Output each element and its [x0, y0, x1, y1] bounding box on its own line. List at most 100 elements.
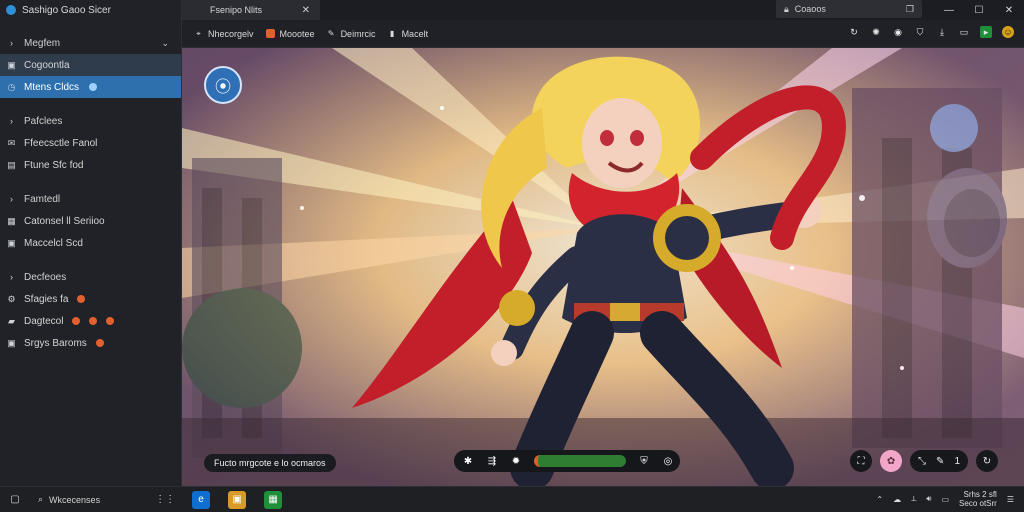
toolbar-item[interactable]: ▮ Macelt: [388, 28, 429, 39]
application-window: Sashigo Gaoo Sicer › Megfem ⌄ ▣ Cogoontl…: [0, 0, 1024, 512]
zoom-level: 1: [954, 455, 960, 467]
battery-icon[interactable]: ▭: [941, 495, 949, 504]
chevron-right-icon: ›: [10, 38, 13, 48]
shield-icon[interactable]: ⛉: [914, 26, 926, 38]
toolbar-item-label: Moootee: [279, 28, 315, 39]
sidebar-title-bar: Sashigo Gaoo Sicer: [0, 0, 181, 20]
sidebar-item[interactable]: ▣ Cogoontla: [0, 54, 181, 76]
profile-icon[interactable]: ☺: [1002, 26, 1014, 38]
sidebar-group: › Pafclees ✉ Ffeecsctle Fanol ▤ Ftune Sf…: [0, 110, 181, 176]
rotate-icon[interactable]: ↻: [976, 450, 998, 472]
clock-line-1: Srhs 2 sfl: [963, 490, 997, 499]
chevron-up-icon[interactable]: ⌃: [876, 495, 883, 504]
sidebar-item[interactable]: ⚙ Sfagies fa: [0, 288, 181, 310]
fit-icon[interactable]: ⛶: [850, 450, 873, 472]
artwork-viewer: ⦿ Fucto mrgcote e lo ocmaros ✱ ⇶ ✹ ⛨ ◎ ⛶…: [182, 48, 1024, 486]
badge-dot-icon: [95, 339, 104, 347]
tab-label: Fsenipo Nlits: [210, 5, 263, 15]
toolbar-item-label: Nhecorgelv: [208, 28, 254, 39]
edit-icon[interactable]: ✎: [936, 456, 944, 467]
minimize-button[interactable]: —: [934, 0, 964, 20]
zoom-out-icon[interactable]: ⤡: [918, 456, 926, 467]
close-window-button[interactable]: ✕: [994, 0, 1024, 20]
toolbar-icon-group: ↻ ✺ ◉ ⛉ ⤓ ▭ ▸ ☺: [848, 26, 1014, 38]
edge-icon[interactable]: e: [192, 490, 211, 509]
sticker-icon[interactable]: ✿: [880, 450, 903, 472]
progress-bar[interactable]: [534, 455, 626, 467]
volume-icon[interactable]: 🔊︎: [926, 494, 931, 504]
sidebar-group-label: Decfeoes: [24, 271, 67, 283]
badge-dot-icon: [89, 317, 98, 325]
sidebar-item[interactable]: ▣ Maccelcl Scd: [0, 232, 181, 254]
taskbar-search[interactable]: ⌕ Wkcecenses: [38, 494, 100, 505]
toolbar-item-label: Deimrcic: [340, 28, 376, 39]
folder-icon: [265, 29, 275, 38]
sidebar-item-label: Dagtecol: [24, 315, 64, 327]
system-tray: ⌃ ☁ ⟂ 🔊︎ ▭ Srhs 2 sfl Seco otSrr ☰: [876, 490, 1014, 508]
compass-button[interactable]: ⦿: [204, 66, 242, 104]
sidebar-item-label: Ftune Sfc fod: [24, 159, 84, 171]
image-icon: ▣: [7, 237, 16, 248]
shield-icon[interactable]: ⛨: [638, 455, 650, 467]
app-logo-icon: [6, 5, 16, 15]
toolbar-item[interactable]: Moootee: [265, 28, 315, 39]
settings-icon[interactable]: ✺: [870, 26, 882, 38]
sidebar-group-header[interactable]: › Famtedl: [0, 188, 181, 210]
toolbar: ⌖ Nhecorgelv Moootee ✎ Deimrcic ▮ Macelt…: [182, 20, 1024, 48]
chevron-right-icon: ›: [10, 194, 13, 204]
image-caption: Fucto mrgcote e lo ocmaros: [204, 454, 336, 472]
extension-icon[interactable]: ▸: [980, 26, 992, 38]
sidebar-group-header[interactable]: › Pafclees: [0, 110, 181, 132]
sidebar-group-header[interactable]: › Megfem ⌄: [0, 32, 181, 54]
sidebar-group-header[interactable]: › Decfeoes: [0, 266, 181, 288]
network-icon[interactable]: ⟂: [911, 494, 916, 504]
sidebar-item-label: Ffeecsctle Fanol: [24, 137, 98, 149]
sidebar-item-label: Sfagies fa: [24, 293, 69, 305]
start-icon[interactable]: ▢: [6, 491, 24, 509]
sidebar-group: › Decfeoes ⚙ Sfagies fa ▰ Dagtecol ▣ Srg…: [0, 266, 181, 354]
sidebar-item-label: Cogoontla: [24, 59, 70, 71]
settings-icon[interactable]: ✹: [510, 455, 522, 467]
sidebar-group: › Megfem ⌄ ▣ Cogoontla ◷ Mtens Cldcs: [0, 32, 181, 98]
sidebar-item[interactable]: ▰ Dagtecol: [0, 310, 181, 332]
sidebar-item-label: Catonsel ll Seriioo: [24, 215, 105, 227]
toolbar-item[interactable]: ✎ Deimrcic: [327, 29, 376, 39]
cloud-icon[interactable]: ☁: [893, 495, 901, 504]
close-icon[interactable]: ✕: [302, 5, 310, 16]
toolbar-item-label: Macelt: [401, 28, 429, 39]
notifications-icon[interactable]: ☰: [1007, 495, 1014, 504]
pin-icon: ✎: [327, 29, 335, 38]
refresh-icon[interactable]: ↻: [848, 26, 860, 38]
sidebar-item-label: Maccelcl Scd: [24, 237, 83, 249]
download-icon[interactable]: ⤓: [936, 26, 948, 38]
address-bar[interactable]: 🔒︎ Coaoos ❐: [776, 0, 922, 18]
sidebar-group-label: Famtedl: [24, 193, 61, 205]
window-icon[interactable]: ▭: [958, 26, 970, 38]
sidebar-item[interactable]: ▤ Ftune Sfc fod: [0, 154, 181, 176]
sidebar-item[interactable]: ▣ Srgys Baroms: [0, 332, 181, 354]
image-icon: ▣: [7, 337, 16, 348]
taskbar: ▢ ⌕ Wkcecenses ⋮⋮ e ▣ ▦ ⌃ ☁ ⟂ 🔊︎ ▭ Srhs …: [0, 486, 1024, 512]
bug-icon[interactable]: ✱: [462, 455, 474, 467]
badge-dot-icon: [72, 317, 81, 325]
explorer-icon[interactable]: ▣: [228, 490, 247, 509]
camera-icon[interactable]: ◎: [662, 455, 674, 467]
copy-icon[interactable]: ❐: [906, 4, 914, 15]
clock[interactable]: Srhs 2 sfl Seco otSrr: [959, 490, 997, 508]
store-icon[interactable]: ▦: [264, 490, 283, 509]
bookmark-icon: ⌖: [196, 28, 201, 38]
sidebar-item[interactable]: ▦ Catonsel ll Seriioo: [0, 210, 181, 232]
tab-active[interactable]: Fsenipo Nlits ✕: [182, 0, 320, 20]
task-view-icon[interactable]: ⋮⋮: [155, 491, 175, 509]
account-icon[interactable]: ◉: [892, 26, 904, 38]
sidebar-group-label: Pafclees: [24, 115, 63, 127]
sidebar-item[interactable]: ◷ Mtens Cldcs: [0, 76, 181, 98]
toolbar-item[interactable]: ⌖ Nhecorgelv: [194, 28, 254, 39]
sidebar-item[interactable]: ✉ Ffeecsctle Fanol: [0, 132, 181, 154]
taskbar-search-text: Wkcecenses: [49, 494, 101, 505]
share-icon[interactable]: ⇶: [486, 455, 498, 467]
doc-icon: ▤: [7, 159, 16, 170]
maximize-button[interactable]: ☐: [964, 0, 994, 20]
zoom-pill: ⤡ ✎ 1: [910, 450, 968, 472]
chevron-down-icon[interactable]: ⌄: [161, 38, 169, 49]
